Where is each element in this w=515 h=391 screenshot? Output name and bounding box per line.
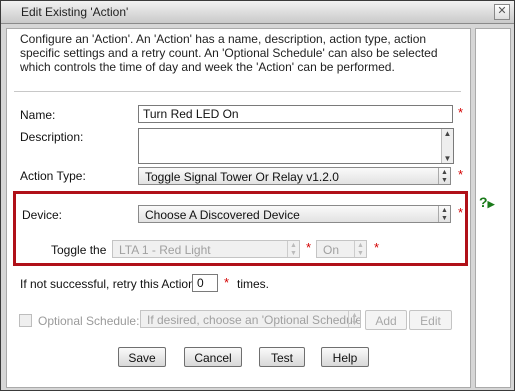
description-scrollbar[interactable]: ▲ ▼ xyxy=(441,129,453,163)
updown-arrow-icon: ▲ ▼ xyxy=(438,168,450,184)
window-title: Edit Existing 'Action' xyxy=(21,5,129,19)
optional-schedule-checkbox[interactable] xyxy=(19,314,32,327)
schedule-select[interactable]: If desired, choose an 'Optional Schedule… xyxy=(140,310,361,328)
edit-action-dialog: Edit Existing 'Action' ✕ Configure an 'A… xyxy=(0,0,515,391)
save-button[interactable]: Save xyxy=(118,347,166,367)
retry-count-input[interactable]: 0 xyxy=(192,274,218,292)
title-bar[interactable]: Edit Existing 'Action' ✕ xyxy=(1,1,514,24)
cancel-button[interactable]: Cancel xyxy=(184,347,242,367)
required-marker: * xyxy=(224,275,230,290)
toggle-target-select[interactable]: LTA 1 - Red Light ▲ ▼ xyxy=(112,240,300,258)
name-input[interactable]: Turn Red LED On xyxy=(138,105,453,123)
description-label: Description: xyxy=(20,130,84,144)
help-button[interactable]: Help xyxy=(321,347,369,367)
toggle-target-value: LTA 1 - Red Light xyxy=(119,243,211,257)
action-type-value: Toggle Signal Tower Or Relay v1.2.0 xyxy=(145,170,339,184)
required-marker: * xyxy=(458,205,464,220)
device-label: Device: xyxy=(22,208,63,222)
divider xyxy=(14,91,461,92)
updown-arrow-icon: ▲ ▼ xyxy=(348,311,360,327)
required-marker: * xyxy=(458,167,464,182)
schedule-edit-button[interactable]: Edit xyxy=(409,310,452,330)
scroll-up-icon[interactable]: ▲ xyxy=(443,129,452,138)
scroll-down-icon[interactable]: ▼ xyxy=(443,154,452,163)
name-label: Name: xyxy=(20,108,56,122)
required-marker: * xyxy=(306,240,312,255)
action-type-select[interactable]: Toggle Signal Tower Or Relay v1.2.0 ▲ ▼ xyxy=(138,167,451,185)
required-marker: * xyxy=(374,240,380,255)
retry-prefix-label: If not successful, retry this Action xyxy=(20,277,195,291)
test-button[interactable]: Test xyxy=(259,347,305,367)
updown-arrow-icon: ▲ ▼ xyxy=(438,206,450,222)
close-icon[interactable]: ✕ xyxy=(494,4,510,20)
schedule-placeholder: If desired, choose an 'Optional Schedule… xyxy=(147,313,361,327)
schedule-add-button[interactable]: Add xyxy=(365,310,407,330)
optional-schedule-label: Optional Schedule: xyxy=(38,314,140,328)
required-marker: * xyxy=(458,105,464,120)
retry-suffix-label: times. xyxy=(237,277,270,291)
toggle-state-value: On xyxy=(323,243,340,257)
toggle-state-select[interactable]: On ▲ ▼ xyxy=(316,240,367,258)
help-arrow-icon[interactable]: ?▶ xyxy=(479,194,494,210)
device-value: Choose A Discovered Device xyxy=(145,208,300,222)
toggle-label: Toggle the xyxy=(51,243,107,257)
updown-arrow-icon: ▲ ▼ xyxy=(354,241,366,257)
updown-arrow-icon: ▲ ▼ xyxy=(287,241,299,257)
device-select[interactable]: Choose A Discovered Device ▲ ▼ xyxy=(138,205,451,223)
description-textarea[interactable]: ▲ ▼ xyxy=(138,128,454,164)
dialog-description: Configure an 'Action'. An 'Action' has a… xyxy=(20,32,438,74)
help-glyph: ? xyxy=(479,194,488,210)
action-type-label: Action Type: xyxy=(20,169,86,183)
